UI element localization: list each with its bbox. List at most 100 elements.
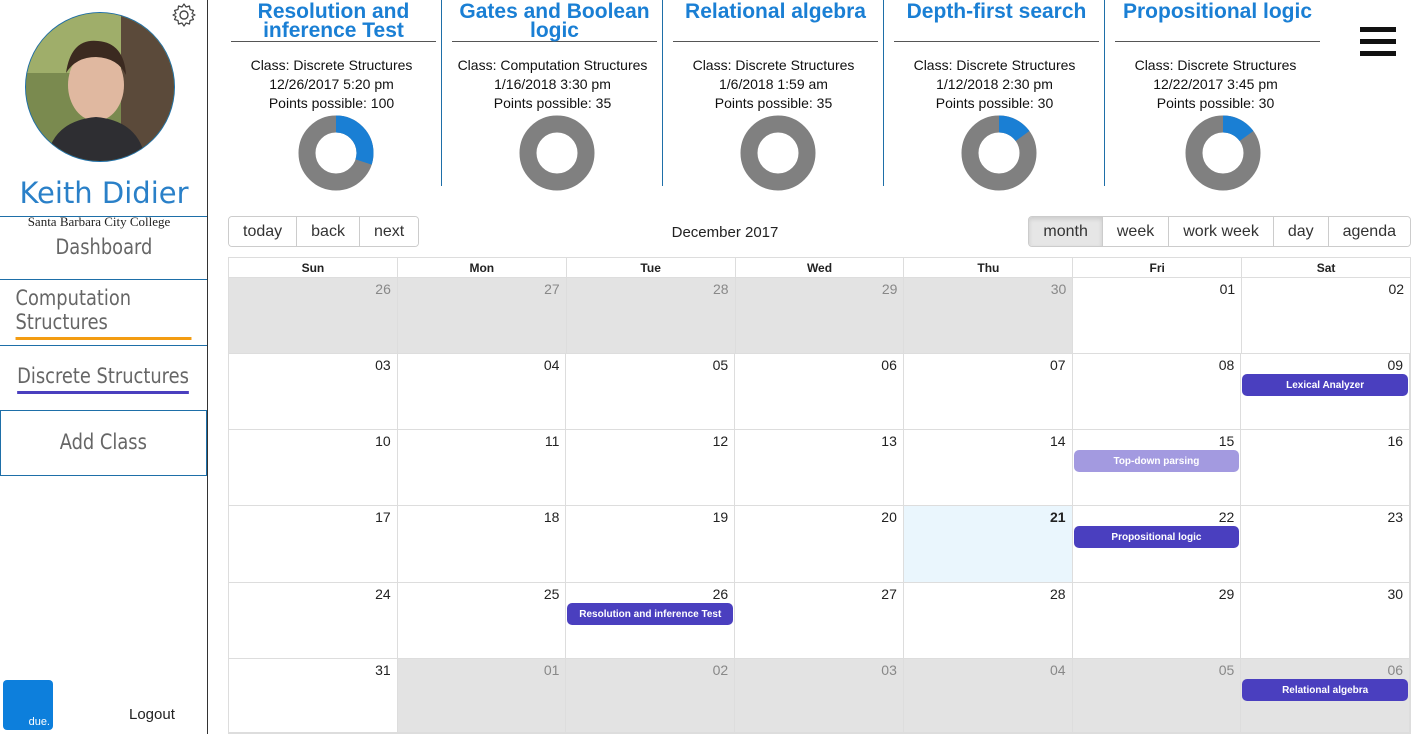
calendar-day-today[interactable]: 21 bbox=[903, 506, 1073, 582]
day-number[interactable]: 02 bbox=[1388, 281, 1404, 297]
assignment-card[interactable]: Resolution and inference Test Class: Disc… bbox=[221, 0, 442, 191]
calendar-day[interactable]: 29 bbox=[735, 278, 905, 353]
calendar-day[interactable]: 25 bbox=[398, 583, 567, 658]
view-work-week-button[interactable]: work week bbox=[1169, 217, 1274, 246]
hamburger-menu-icon[interactable] bbox=[1360, 27, 1396, 57]
day-number[interactable]: 16 bbox=[1387, 433, 1403, 449]
calendar-day[interactable]: 14 bbox=[904, 430, 1073, 505]
calendar-day[interactable]: 08 bbox=[1073, 354, 1242, 429]
day-number[interactable]: 01 bbox=[544, 662, 560, 678]
day-number[interactable]: 03 bbox=[375, 357, 391, 373]
calendar-day[interactable]: 18 bbox=[398, 506, 567, 582]
calendar-day[interactable]: 28 bbox=[904, 583, 1073, 658]
day-number[interactable]: 30 bbox=[1387, 586, 1403, 602]
day-number[interactable]: 12 bbox=[713, 433, 729, 449]
assignment-title[interactable]: Resolution and inference Test bbox=[231, 1, 436, 42]
assignment-card[interactable]: Propositional logic Class: Discrete Struc… bbox=[1105, 0, 1326, 191]
calendar-day[interactable]: 30 bbox=[1241, 583, 1411, 658]
nav-dashboard[interactable]: Dashboard bbox=[0, 216, 207, 280]
view-agenda-button[interactable]: agenda bbox=[1328, 217, 1410, 246]
day-number[interactable]: 03 bbox=[881, 662, 897, 678]
day-number[interactable]: 09 bbox=[1387, 357, 1403, 373]
calendar-event[interactable]: Top-down parsing bbox=[1073, 450, 1240, 472]
view-week-button[interactable]: week bbox=[1102, 217, 1170, 246]
assignment-title[interactable]: Propositional logic bbox=[1115, 1, 1320, 42]
day-number[interactable]: 01 bbox=[1220, 281, 1236, 297]
nav-add-class[interactable]: Add Class bbox=[0, 411, 207, 476]
calendar-day[interactable]: 07 bbox=[904, 354, 1073, 429]
calendar-day[interactable]: 23 bbox=[1241, 506, 1411, 582]
calendar-day[interactable]: 31 bbox=[229, 659, 398, 732]
calendar-day[interactable]: 26 bbox=[229, 278, 398, 353]
day-number[interactable]: 24 bbox=[375, 586, 391, 602]
day-number[interactable]: 02 bbox=[713, 662, 729, 678]
calendar-day[interactable]: 03 bbox=[229, 354, 398, 429]
nav-computation-structures[interactable]: Computation Structures bbox=[0, 281, 207, 346]
assignment-card[interactable]: Gates and Boolean logic Class: Computatio… bbox=[442, 0, 663, 191]
day-number[interactable]: 13 bbox=[881, 433, 897, 449]
day-number[interactable]: 29 bbox=[882, 281, 898, 297]
view-day-button[interactable]: day bbox=[1273, 217, 1329, 246]
day-number[interactable]: 07 bbox=[1050, 357, 1066, 373]
calendar-day[interactable]: 20 bbox=[735, 506, 904, 582]
calendar-event[interactable]: Propositional logic bbox=[1073, 526, 1240, 548]
calendar-event[interactable]: Lexical Analyzer bbox=[1242, 374, 1408, 396]
calendar-day[interactable]: 05 bbox=[1072, 659, 1242, 732]
day-number[interactable]: 06 bbox=[1387, 662, 1403, 678]
day-number[interactable]: 21 bbox=[1050, 509, 1066, 525]
calendar-day[interactable]: 29 bbox=[1073, 583, 1242, 658]
day-number[interactable]: 27 bbox=[544, 281, 560, 297]
calendar-day[interactable]: 27 bbox=[397, 278, 567, 353]
assignment-title[interactable]: Gates and Boolean logic bbox=[452, 1, 657, 42]
calendar-day[interactable]: 04 bbox=[903, 659, 1073, 732]
calendar-day[interactable]: 16 bbox=[1241, 430, 1411, 505]
day-number[interactable]: 26 bbox=[713, 586, 729, 602]
calendar-event[interactable]: Relational algebra bbox=[1242, 679, 1408, 701]
due-logo[interactable]: due. bbox=[3, 680, 53, 730]
day-number[interactable]: 17 bbox=[375, 509, 391, 525]
day-number[interactable]: 23 bbox=[1387, 509, 1403, 525]
settings-gear-icon[interactable] bbox=[171, 2, 197, 28]
calendar-day[interactable]: 30 bbox=[904, 278, 1074, 353]
day-number[interactable]: 14 bbox=[1050, 433, 1066, 449]
today-button[interactable]: today bbox=[229, 217, 298, 246]
calendar-day[interactable]: 01 bbox=[397, 659, 567, 732]
calendar-day[interactable]: 03 bbox=[735, 659, 904, 732]
day-number[interactable]: 20 bbox=[881, 509, 897, 525]
calendar-day[interactable]: 19 bbox=[566, 506, 736, 582]
calendar-day[interactable]: 04 bbox=[398, 354, 567, 429]
calendar-day[interactable]: 11 bbox=[398, 430, 567, 505]
day-number[interactable]: 28 bbox=[713, 281, 729, 297]
calendar-day[interactable]: 05 bbox=[566, 354, 736, 429]
calendar-day[interactable]: 13 bbox=[735, 430, 904, 505]
day-number[interactable]: 05 bbox=[713, 357, 729, 373]
logout-link[interactable]: Logout bbox=[129, 706, 175, 723]
day-number[interactable]: 05 bbox=[1219, 662, 1235, 678]
day-number[interactable]: 15 bbox=[1219, 433, 1235, 449]
day-number[interactable]: 11 bbox=[545, 433, 560, 449]
day-number[interactable]: 27 bbox=[881, 586, 897, 602]
day-number[interactable]: 19 bbox=[713, 509, 729, 525]
day-number[interactable]: 04 bbox=[1050, 662, 1066, 678]
day-number[interactable]: 10 bbox=[375, 433, 391, 449]
calendar-day[interactable]: 02 bbox=[566, 659, 736, 732]
calendar-day[interactable]: 01 bbox=[1073, 278, 1243, 353]
next-button[interactable]: next bbox=[359, 217, 419, 246]
calendar-day[interactable]: 17 bbox=[229, 506, 398, 582]
day-number[interactable]: 22 bbox=[1219, 509, 1235, 525]
day-number[interactable]: 29 bbox=[1219, 586, 1235, 602]
calendar-day[interactable]: 24 bbox=[229, 583, 398, 658]
day-number[interactable]: 08 bbox=[1219, 357, 1235, 373]
day-number[interactable]: 18 bbox=[544, 509, 560, 525]
calendar-day[interactable]: 12 bbox=[566, 430, 736, 505]
calendar-event[interactable]: Resolution and inference Test bbox=[567, 603, 734, 625]
calendar-day[interactable]: 10 bbox=[229, 430, 398, 505]
assignment-card[interactable]: Relational algebra Class: Discrete Struct… bbox=[663, 0, 884, 191]
day-number[interactable]: 30 bbox=[1051, 281, 1067, 297]
day-number[interactable]: 04 bbox=[544, 357, 560, 373]
calendar-day[interactable]: 06 bbox=[735, 354, 904, 429]
avatar[interactable] bbox=[25, 12, 175, 162]
view-month-button[interactable]: month bbox=[1029, 217, 1103, 246]
back-button[interactable]: back bbox=[297, 217, 360, 246]
calendar-day[interactable]: 02 bbox=[1242, 278, 1410, 353]
